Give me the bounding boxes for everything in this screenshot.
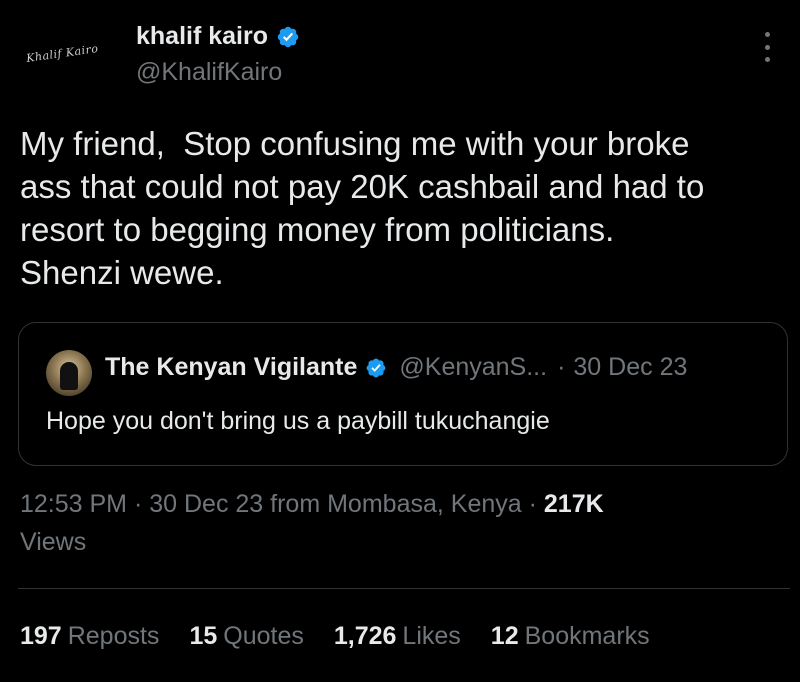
quotes-stat[interactable]: 15 Quotes xyxy=(189,622,303,651)
quote-header: The Kenyan Vigilante @KenyanS... · 30 De… xyxy=(105,353,687,382)
quotes-label: Quotes xyxy=(223,622,304,650)
author-avatar-logo: Khalif Kairo xyxy=(25,41,99,65)
tweet-meta: 12:53 PM · 30 Dec 23 from Mombasa, Kenya… xyxy=(20,485,780,561)
verified-badge-icon xyxy=(277,26,299,47)
author-name-text[interactable]: khalif kairo xyxy=(136,22,268,51)
views-count: 217K xyxy=(543,490,604,518)
author-avatar[interactable]: Khalif Kairo xyxy=(14,18,110,88)
engagement-stats: 197 Reposts 15 Quotes 1,726 Likes 12 Bookmar… xyxy=(20,622,680,651)
reposts-stat[interactable]: 197 Reposts xyxy=(20,622,159,651)
quote-separator: · xyxy=(557,353,566,381)
quoted-tweet-card[interactable]: The Kenyan Vigilante @KenyanS... · 30 De… xyxy=(18,322,788,466)
bookmarks-stat[interactable]: 12 Bookmarks xyxy=(491,622,650,651)
likes-count: 1,726 xyxy=(333,622,397,650)
more-vertical-icon[interactable] xyxy=(760,32,774,62)
tweet-text: My friend, Stop confusing me with your b… xyxy=(20,125,705,291)
meta-separator: · xyxy=(133,490,143,518)
views-label: Views xyxy=(20,528,87,556)
author-name[interactable]: khalif kairo xyxy=(136,22,300,51)
quote-date[interactable]: 30 Dec 23 xyxy=(573,353,687,382)
quote-author-handle[interactable]: @KenyanS... xyxy=(399,353,547,382)
likes-stat[interactable]: 1,726 Likes xyxy=(334,622,461,651)
tweet-date-location[interactable]: 30 Dec 23 from Mombasa, Kenya xyxy=(149,490,521,518)
meta-separator: · xyxy=(528,490,537,518)
quote-author-name[interactable]: The Kenyan Vigilante xyxy=(105,353,357,382)
verified-badge-icon xyxy=(366,358,386,377)
quote-author-avatar[interactable] xyxy=(46,350,92,396)
quotes-count: 15 xyxy=(189,622,218,650)
reposts-count: 197 xyxy=(20,622,62,650)
bookmarks-count: 12 xyxy=(490,622,519,650)
tweet-time[interactable]: 12:53 PM xyxy=(20,490,127,518)
divider xyxy=(18,588,790,589)
bookmarks-label: Bookmarks xyxy=(524,622,650,650)
quote-text: Hope you don't bring us a paybill tukuch… xyxy=(46,407,550,435)
author-handle[interactable]: @KhalifKairo xyxy=(136,58,282,87)
likes-label: Likes xyxy=(402,622,461,650)
reposts-label: Reposts xyxy=(67,622,160,650)
